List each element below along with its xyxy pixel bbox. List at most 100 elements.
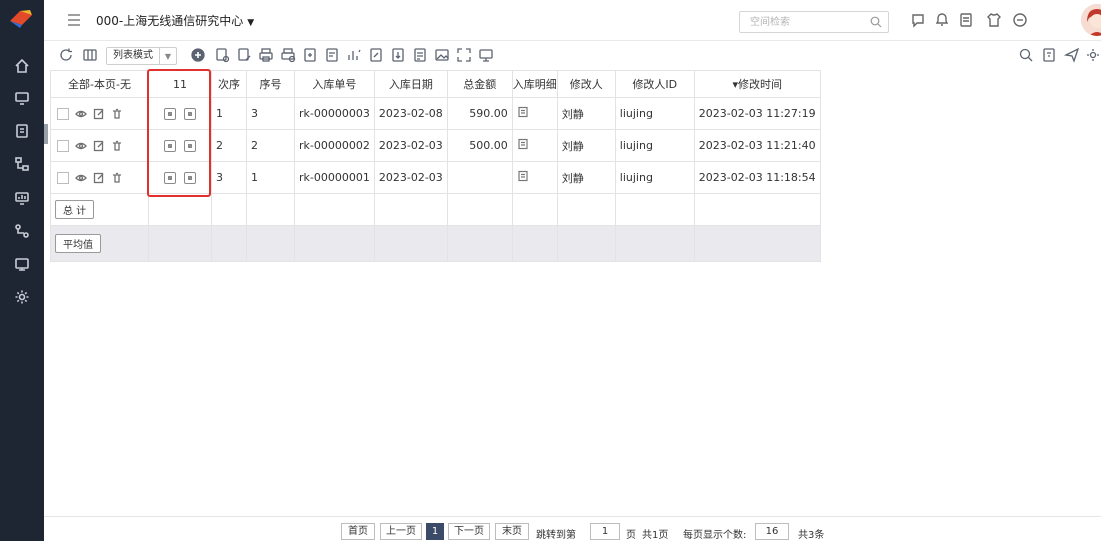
row-checkbox[interactable] — [57, 139, 69, 152]
action-button-b[interactable] — [184, 107, 196, 120]
amount-cell: 590.00 — [446, 97, 513, 130]
chart-icon[interactable] — [346, 47, 362, 63]
modifier-id-cell: liujing — [614, 129, 695, 162]
column-header[interactable]: 修改人 — [556, 70, 616, 98]
total-button[interactable]: 总 计 — [55, 200, 95, 219]
message-icon[interactable] — [910, 12, 926, 28]
detail-doc-icon[interactable] — [517, 138, 529, 150]
column-header[interactable]: 入库日期 — [373, 70, 448, 98]
document-icon[interactable] — [958, 12, 974, 28]
display-settings-icon[interactable] — [478, 47, 494, 63]
column-settings-icon[interactable] — [82, 47, 98, 63]
next-page-button[interactable]: 下一页 — [448, 523, 490, 540]
sort-column-header[interactable]: ▾修改时间 — [693, 70, 821, 98]
search-icon[interactable] — [1018, 47, 1034, 63]
detail-doc-icon[interactable] — [517, 106, 529, 118]
filter-icon[interactable] — [1041, 47, 1057, 63]
page-unit: 页 — [626, 530, 636, 541]
search-input[interactable] — [740, 12, 858, 32]
detail-doc-icon[interactable] — [517, 170, 529, 182]
user-avatar[interactable] — [1081, 4, 1101, 36]
seq-cell: 1 — [246, 161, 295, 194]
attachment-icon[interactable] — [368, 47, 384, 63]
report-icon[interactable] — [324, 47, 340, 63]
edit-icon[interactable] — [93, 172, 105, 184]
screen-settings-icon[interactable] — [11, 253, 33, 275]
export-icon[interactable] — [302, 47, 318, 63]
average-button[interactable]: 平均值 — [55, 234, 101, 253]
org-tree-icon[interactable] — [11, 153, 33, 175]
row-checkbox[interactable] — [57, 107, 69, 120]
edit-icon[interactable] — [93, 108, 105, 120]
action-button-a[interactable] — [164, 171, 176, 184]
column-header[interactable]: 入库明细 — [511, 70, 558, 98]
modified-time-cell: 2023-02-03 11:21:40 — [693, 129, 821, 162]
view-icon[interactable] — [75, 108, 87, 120]
column-header[interactable]: 入库单号 — [294, 70, 375, 98]
refresh-icon[interactable] — [58, 47, 74, 63]
delete-icon[interactable] — [111, 172, 123, 184]
more-options-icon[interactable] — [1012, 12, 1028, 28]
sidebar-collapse-handle[interactable] — [44, 124, 48, 144]
copy-record-icon[interactable] — [214, 47, 230, 63]
inbound-order-table: 全部-本页-无 11 次序 序号 入库单号 入库日期 总金额 入库明细 修改人 … — [50, 70, 821, 262]
column-header[interactable]: 次序 — [211, 70, 247, 98]
fullscreen-icon[interactable] — [456, 47, 472, 63]
seq-cell: 2 — [246, 129, 295, 162]
table-row[interactable]: 1 3 rk-00000003 2023-02-08 590.00 刘静 liu… — [50, 97, 821, 130]
table-header-row: 全部-本页-无 11 次序 序号 入库单号 入库日期 总金额 入库明细 修改人 … — [50, 70, 821, 98]
view-icon[interactable] — [75, 172, 87, 184]
home-icon[interactable] — [11, 55, 33, 77]
jump-page-input[interactable]: 1 — [590, 523, 620, 540]
current-page-button[interactable]: 1 — [426, 523, 444, 540]
dashboard-icon[interactable] — [11, 187, 33, 209]
edit-record-icon[interactable] — [236, 47, 252, 63]
clipboard-icon[interactable] — [11, 120, 33, 142]
column-header[interactable]: 序号 — [246, 70, 295, 98]
column-header[interactable]: 11 — [148, 70, 212, 98]
row-checkbox[interactable] — [57, 171, 69, 184]
column-header[interactable]: 总金额 — [446, 70, 513, 98]
image-icon[interactable] — [434, 47, 450, 63]
print-settings-icon[interactable] — [280, 47, 296, 63]
prev-page-button[interactable]: 上一页 — [380, 523, 422, 540]
theme-shirt-icon[interactable] — [986, 12, 1002, 28]
gear-icon[interactable] — [1085, 47, 1101, 63]
order-cell: 1 — [211, 97, 247, 130]
action-button-b[interactable] — [184, 171, 196, 184]
table-row[interactable]: 2 2 rk-00000002 2023-02-03 500.00 刘静 liu… — [50, 129, 821, 162]
delete-icon[interactable] — [111, 140, 123, 152]
import-icon[interactable] — [390, 47, 406, 63]
search-icon[interactable] — [870, 16, 882, 28]
template-icon[interactable] — [412, 47, 428, 63]
per-page-input[interactable]: 16 — [755, 523, 789, 540]
column-header[interactable]: 修改人ID — [614, 70, 695, 98]
select-scope-header[interactable]: 全部-本页-无 — [50, 70, 149, 98]
app-logo-icon[interactable] — [8, 7, 34, 29]
modified-time-cell: 2023-02-03 11:18:54 — [693, 161, 821, 194]
modifier-cell: 刘静 — [556, 129, 616, 162]
monitor-icon[interactable] — [11, 87, 33, 109]
send-icon[interactable] — [1063, 47, 1080, 63]
add-icon[interactable] — [190, 47, 206, 63]
last-page-button[interactable]: 末页 — [495, 523, 529, 540]
pagination-bar: 首页 上一页 1 下一页 末页 跳转到第 1 页 共1页 每页显示个数: 16 … — [44, 516, 1101, 541]
org-selector[interactable]: 000-上海无线通信研究中心 ▼ — [96, 12, 254, 29]
view-mode-label: 列表模式 — [107, 48, 160, 64]
notification-icon[interactable] — [934, 12, 950, 28]
order-cell: 3 — [211, 161, 247, 194]
table-row[interactable]: 3 1 rk-00000001 2023-02-03 刘静 liujing 20… — [50, 161, 821, 194]
view-icon[interactable] — [75, 140, 87, 152]
menu-icon[interactable] — [67, 14, 81, 26]
edit-icon[interactable] — [93, 140, 105, 152]
action-button-b[interactable] — [184, 139, 196, 152]
action-button-a[interactable] — [164, 139, 176, 152]
workflow-icon[interactable] — [11, 220, 33, 242]
first-page-button[interactable]: 首页 — [341, 523, 375, 540]
settings-icon[interactable] — [11, 286, 33, 308]
chevron-down-icon: ▼ — [164, 51, 172, 61]
view-mode-select[interactable]: 列表模式 ▼ — [106, 47, 177, 65]
delete-icon[interactable] — [111, 108, 123, 120]
action-button-a[interactable] — [164, 107, 176, 120]
print-icon[interactable] — [258, 47, 274, 63]
